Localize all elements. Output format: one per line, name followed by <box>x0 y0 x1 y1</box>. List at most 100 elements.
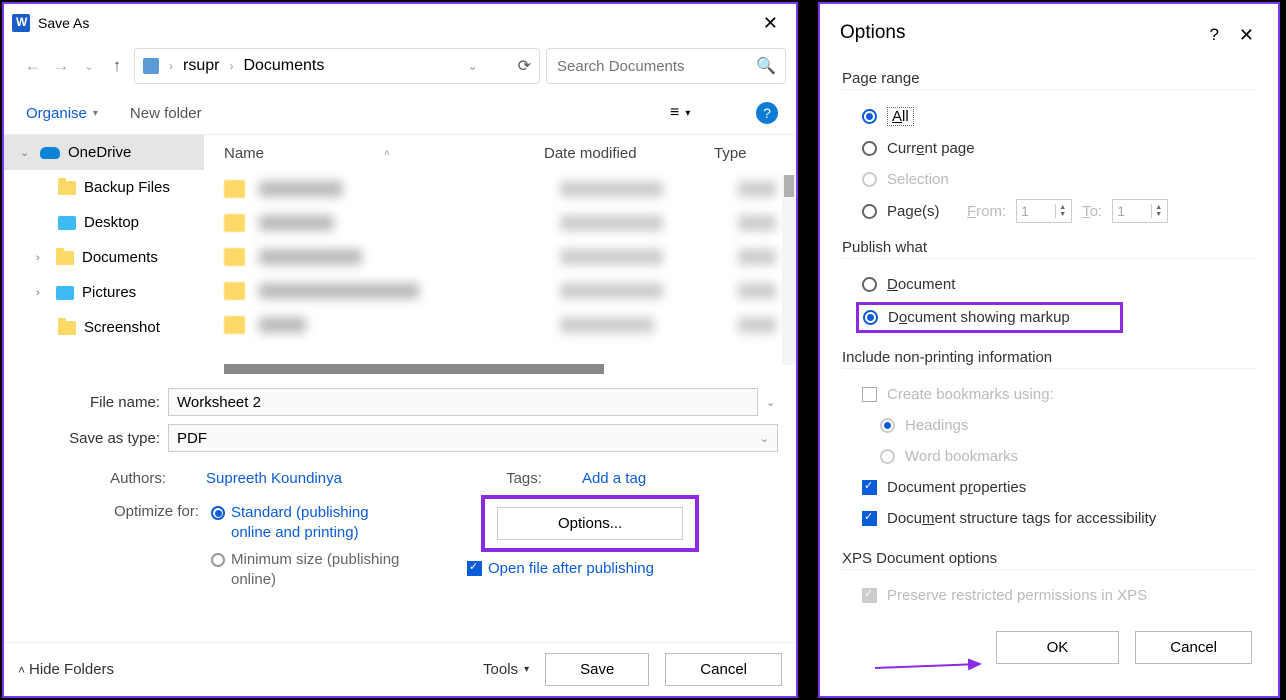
radio-unchecked-icon[interactable] <box>862 204 877 219</box>
radio-unchecked-icon <box>862 141 877 156</box>
view-mode-button[interactable]: ≡ ▾ <box>670 102 704 124</box>
authors-value[interactable]: Supreeth Koundinya <box>206 470 342 487</box>
word-bookmarks-radio: Word bookmarks <box>842 441 1256 472</box>
checkbox-checked-icon <box>862 511 877 526</box>
save-button[interactable]: Save <box>545 653 649 686</box>
optimize-standard-radio[interactable]: Standard (publishing online and printing… <box>211 503 401 544</box>
folder-icon <box>58 181 76 195</box>
page-range-current-radio[interactable]: Current page <box>842 133 1256 164</box>
checkbox-unchecked-icon <box>862 387 877 402</box>
list-item[interactable] <box>204 206 796 240</box>
optimize-minimum-radio[interactable]: Minimum size (publishing online) <box>211 550 401 591</box>
radio-checked-icon <box>211 506 225 520</box>
nav-row: ← → ⌄ ↑ › rsupr › Documents ⌄ ⟳ 🔍 <box>4 42 796 98</box>
to-spinner[interactable]: ▲▼ <box>1112 199 1168 223</box>
cancel-button[interactable]: Cancel <box>1135 631 1252 664</box>
search-box[interactable]: 🔍 <box>546 48 786 84</box>
file-name-input[interactable] <box>168 388 758 416</box>
file-name-label: File name: <box>22 394 160 411</box>
titlebar: Save As ✕ <box>4 4 796 42</box>
chevron-up-icon: ˄ <box>18 663 25 677</box>
cancel-button[interactable]: Cancel <box>665 653 782 686</box>
tags-link[interactable]: Add a tag <box>582 470 646 487</box>
from-spinner[interactable]: ▲▼ <box>1016 199 1072 223</box>
create-bookmarks-checkbox: Create bookmarks using: <box>842 379 1256 410</box>
options-dialog: Options ? ✕ Page range All Current page … <box>818 2 1280 698</box>
close-icon[interactable]: ✕ <box>1229 25 1264 46</box>
struct-tags-checkbox[interactable]: Document structure tags for accessibilit… <box>842 503 1256 534</box>
publish-document-radio[interactable]: Document <box>842 269 1256 300</box>
sort-asc-icon: ˄ <box>384 148 390 159</box>
pictures-icon <box>56 286 74 300</box>
organise-dropdown[interactable]: Organise▾ <box>26 105 98 122</box>
list-item[interactable] <box>204 274 796 308</box>
list-item[interactable] <box>204 240 796 274</box>
list-item[interactable] <box>204 172 796 206</box>
publish-markup-label[interactable]: Document showing markup <box>888 309 1070 326</box>
col-name[interactable]: Name <box>224 145 264 162</box>
to-label: To: <box>1082 203 1102 220</box>
tree-documents[interactable]: › Documents <box>4 240 204 275</box>
path-user: rsupr <box>183 57 219 75</box>
tools-dropdown[interactable]: Tools▾ <box>483 661 529 678</box>
vertical-scrollbar[interactable] <box>782 175 796 365</box>
publish-what-header: Publish what <box>842 239 1256 259</box>
chevron-right-icon[interactable]: › <box>36 287 48 299</box>
doc-props-checkbox[interactable]: Document properties <box>842 472 1256 503</box>
history-dropdown-icon[interactable]: ⌄ <box>78 60 100 73</box>
optimize-label: Optimize for: <box>66 503 199 590</box>
options-button[interactable]: Options... <box>497 507 683 540</box>
tree-screenshot[interactable]: Screenshot <box>4 310 204 345</box>
publish-markup-highlight: Document showing markup <box>856 302 1123 333</box>
location-icon <box>143 58 159 74</box>
radio-checked-icon <box>862 109 877 124</box>
radio-disabled-icon <box>880 449 895 464</box>
horizontal-scrollbar[interactable] <box>224 364 604 374</box>
search-icon[interactable]: 🔍 <box>756 56 776 76</box>
chevron-down-icon[interactable]: ⌄ <box>468 59 478 73</box>
folder-icon <box>56 251 74 265</box>
back-arrow-icon[interactable]: ← <box>22 56 44 76</box>
tree-onedrive[interactable]: ⌄ OneDrive <box>4 135 204 170</box>
refresh-icon[interactable]: ⟳ <box>518 56 531 76</box>
form-area: File name: ⌄ Save as type: PDF⌄ Authors:… <box>4 374 796 590</box>
help-icon[interactable]: ? <box>1199 25 1228 45</box>
search-input[interactable] <box>557 58 756 75</box>
ok-button[interactable]: OK <box>996 631 1120 664</box>
xps-header: XPS Document options <box>842 550 1256 570</box>
checkbox-disabled-icon <box>862 588 877 603</box>
save-type-select[interactable]: PDF⌄ <box>168 424 778 452</box>
page-range-all-radio[interactable]: All <box>842 100 1256 133</box>
save-type-label: Save as type: <box>22 430 160 447</box>
onedrive-icon <box>40 147 60 159</box>
col-date[interactable]: Date modified <box>544 145 714 162</box>
dialog-title: Save As <box>38 15 89 31</box>
preserve-xps-checkbox: Preserve restricted permissions in XPS <box>842 580 1256 611</box>
hide-folders-toggle[interactable]: ˄ Hide Folders <box>18 661 114 678</box>
checkbox-checked-icon[interactable] <box>467 561 482 576</box>
tree-pictures[interactable]: › Pictures <box>4 275 204 310</box>
arrow-annotation-icon <box>870 656 990 676</box>
close-icon[interactable]: ✕ <box>753 13 788 34</box>
col-type[interactable]: Type <box>714 145 764 162</box>
open-after-label: Open file after publishing <box>488 560 654 577</box>
chevron-down-icon[interactable]: ⌄ <box>20 146 32 159</box>
forward-arrow-icon[interactable]: → <box>50 56 72 76</box>
up-arrow-icon[interactable]: ↑ <box>106 56 128 76</box>
tree-backup[interactable]: Backup Files <box>4 170 204 205</box>
tree-desktop[interactable]: Desktop <box>4 205 204 240</box>
folder-tree: ⌄ OneDrive Backup Files Desktop › Docume… <box>4 135 204 374</box>
desktop-icon <box>58 216 76 230</box>
address-bar[interactable]: › rsupr › Documents ⌄ ⟳ <box>134 48 540 84</box>
chevron-right-icon: › <box>169 59 173 73</box>
chevron-right-icon[interactable]: › <box>36 252 48 264</box>
new-folder-button[interactable]: New folder <box>130 105 202 122</box>
authors-label: Authors: <box>66 470 166 487</box>
include-header: Include non-printing information <box>842 349 1256 369</box>
radio-checked-icon[interactable] <box>863 310 878 325</box>
help-icon[interactable]: ? <box>756 102 778 124</box>
save-as-dialog: Save As ✕ ← → ⌄ ↑ › rsupr › Documents ⌄ … <box>2 2 798 698</box>
list-item[interactable] <box>204 308 796 342</box>
chevron-right-icon: › <box>229 59 233 73</box>
word-icon <box>12 14 30 32</box>
